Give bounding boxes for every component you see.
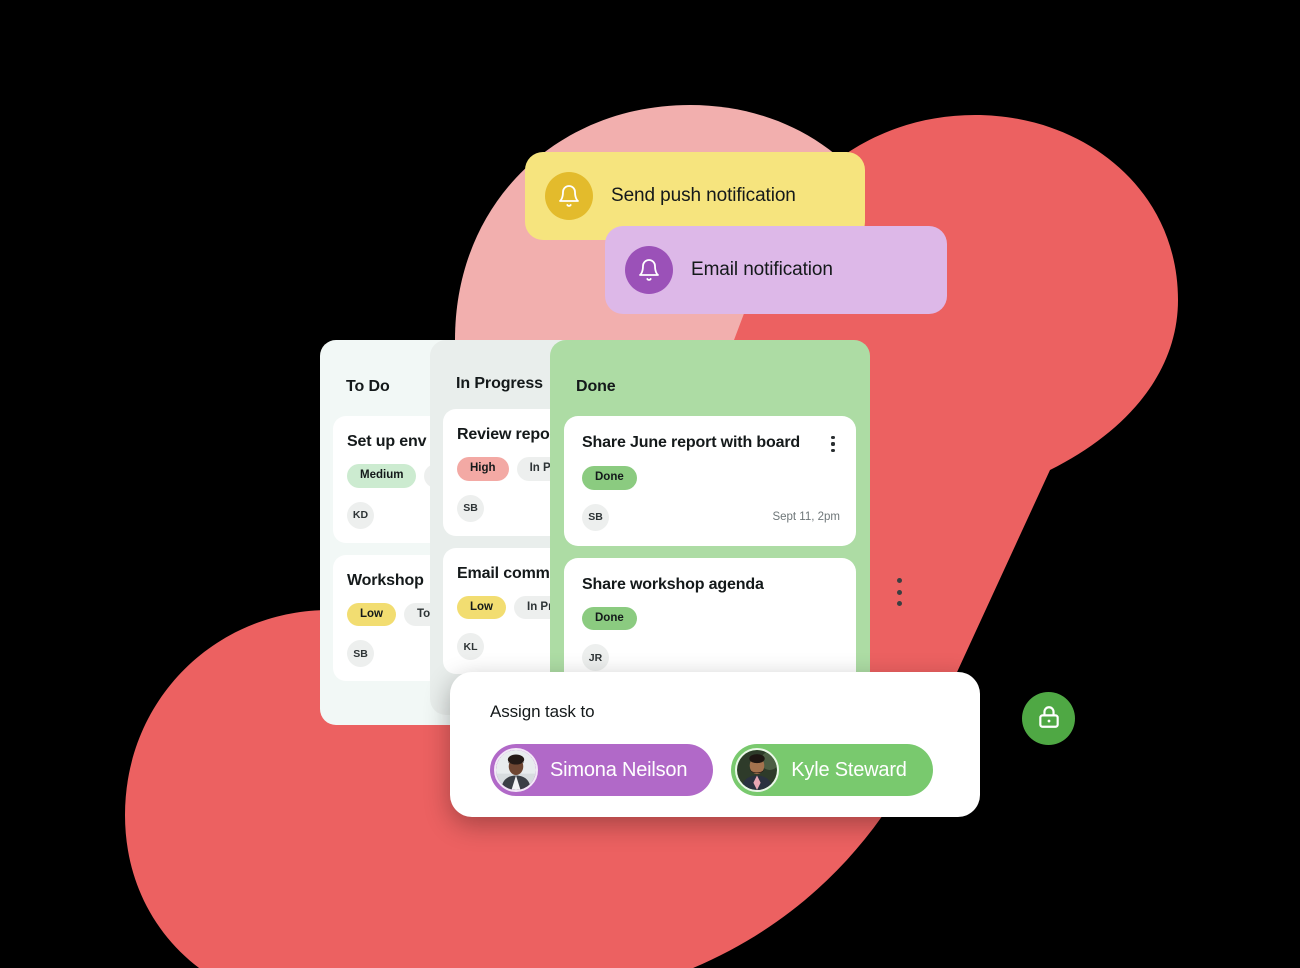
priority-tag: High [457, 457, 509, 481]
bell-icon [545, 172, 593, 220]
column-title-done: Done [576, 378, 616, 395]
status-tag: Done [582, 606, 637, 631]
assignee-chip-kyle[interactable]: Kyle Steward [731, 744, 933, 796]
card-title: Set up env [347, 433, 427, 450]
more-options-icon[interactable] [826, 435, 840, 453]
priority-tag: Low [457, 595, 506, 620]
avatar: SB [582, 503, 609, 531]
avatar: KL [457, 633, 484, 661]
card-title: Share June report with board [582, 434, 801, 451]
priority-tag: Medium [347, 464, 417, 488]
avatar: SB [347, 640, 374, 668]
kanban-board: To Do Set up env Medium KD Workshop Low … [320, 340, 870, 725]
notification-chip-email[interactable]: Email notification [605, 226, 947, 314]
assign-task-title: Assign task to [490, 702, 595, 721]
avatar [494, 748, 538, 792]
avatar: JR [582, 644, 609, 672]
priority-tag: Low [347, 602, 396, 627]
card-footer: JR [582, 644, 840, 672]
illustration-scene: To Do Set up env Medium KD Workshop Low … [0, 0, 1300, 968]
avatar [735, 748, 780, 792]
card-title-row: Share workshop agenda [582, 575, 840, 594]
task-card[interactable]: Share June report with board Done SB Sep… [564, 416, 856, 546]
tag-row: Done [582, 466, 840, 490]
notification-label: Email notification [691, 259, 833, 280]
card-stack-done: Share June report with board Done SB Sep… [550, 416, 870, 687]
assign-task-panel: Assign task to Simona Neilson Kyle Stewa… [450, 672, 980, 817]
assignee-name: Simona Neilson [550, 758, 688, 781]
avatar: SB [457, 494, 484, 522]
lock-button[interactable] [1022, 692, 1075, 745]
assignee-chip-list: Simona Neilson Kyle Steward [490, 744, 980, 796]
bell-icon [625, 246, 673, 294]
board-more-options-icon[interactable] [893, 578, 905, 606]
status-tag: Done [582, 466, 637, 490]
card-title: Review report [457, 426, 561, 443]
card-title: Share workshop agenda [582, 575, 764, 593]
lock-icon [1036, 704, 1062, 733]
column-done[interactable]: Done Share June report with board Done S… [550, 340, 870, 700]
card-footer: SB Sept 11, 2pm [582, 503, 840, 531]
card-title-row: Share June report with board [582, 433, 840, 453]
assignee-name: Kyle Steward [791, 758, 907, 781]
avatar: KD [347, 501, 374, 529]
tag-row: Done [582, 606, 840, 631]
assignee-chip-simona[interactable]: Simona Neilson [490, 744, 714, 796]
notification-label: Send push notification [611, 185, 796, 206]
card-title: Workshop [347, 571, 424, 589]
task-card[interactable]: Share workshop agenda Done JR [564, 557, 856, 687]
card-timestamp: Sept 11, 2pm [772, 511, 840, 523]
